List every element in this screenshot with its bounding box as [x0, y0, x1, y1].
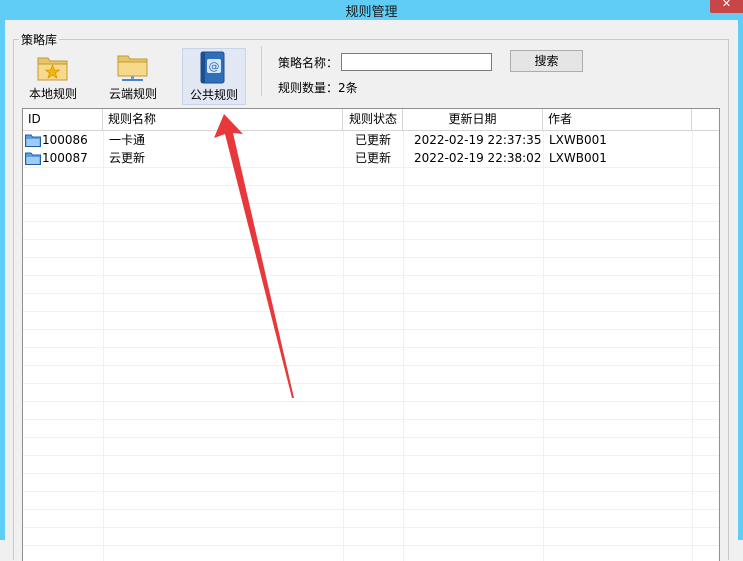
row-divider: [23, 545, 719, 546]
annotation-arrow-icon: [214, 114, 294, 398]
